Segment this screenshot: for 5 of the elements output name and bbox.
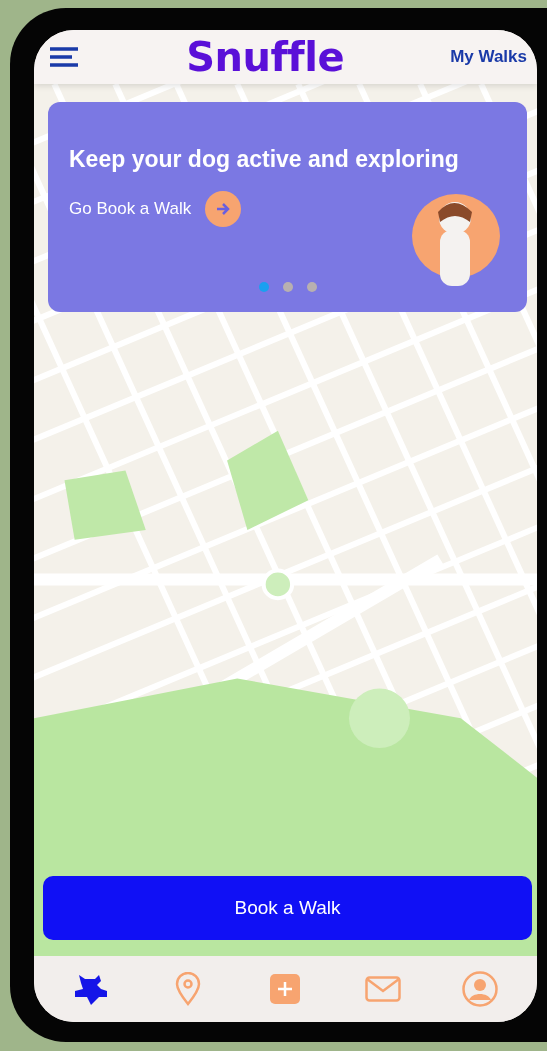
banner-cta-text: Go Book a Walk (69, 199, 192, 219)
my-walks-link[interactable]: My Walks (450, 47, 527, 67)
banner-title: Keep your dog active and exploring (69, 146, 460, 173)
app-logo: Snuffle (186, 34, 345, 80)
book-walk-button[interactable]: Book a Walk (43, 876, 532, 940)
